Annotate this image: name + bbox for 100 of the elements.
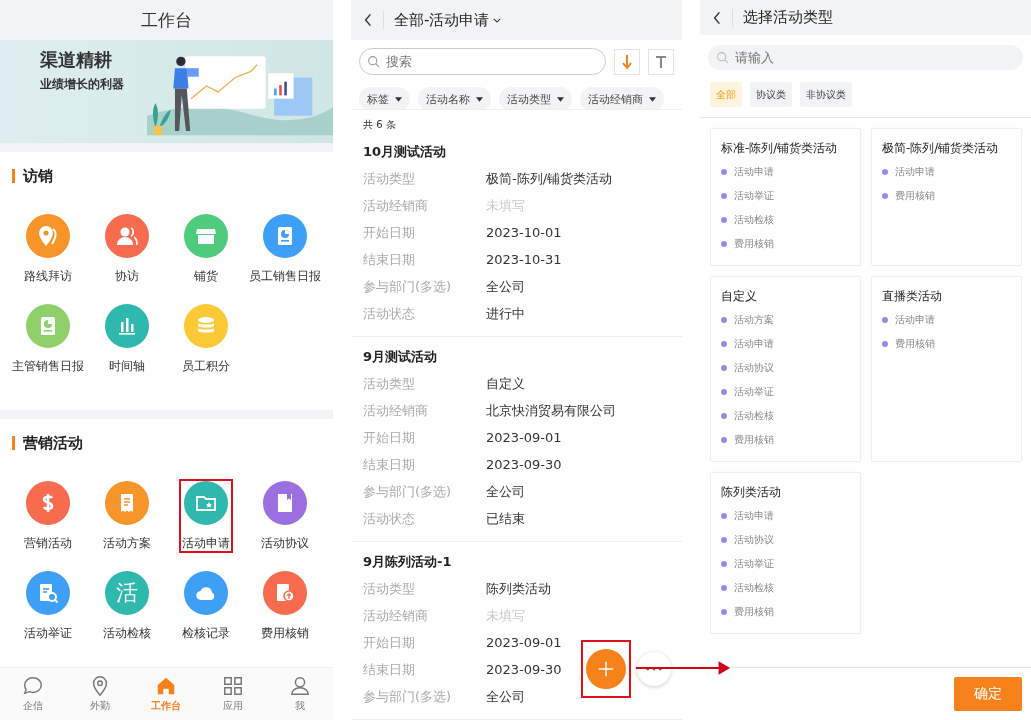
down-arrow-icon: [621, 53, 633, 70]
plus-icon: [597, 660, 615, 678]
nav-tab[interactable]: 我: [266, 668, 333, 720]
filter-tab[interactable]: 非协议类: [800, 82, 852, 107]
chat-bubble-icon: [22, 675, 45, 697]
bullet-dot: [882, 341, 888, 347]
back-icon[interactable]: [363, 12, 373, 28]
nav-tab[interactable]: 外勤: [66, 668, 134, 720]
step-label: 活动举证: [734, 189, 774, 203]
step-label: 活动举证: [734, 557, 774, 571]
sort-button[interactable]: [614, 48, 640, 75]
bullet-dot: [721, 241, 727, 247]
banner-headline: 渠道精耕: [40, 48, 113, 72]
search-icon: [716, 51, 729, 64]
bullet-dot: [721, 389, 727, 395]
bullet-dot: [721, 609, 727, 615]
field-value: 2023-09-30: [486, 456, 562, 474]
filter-button[interactable]: [648, 48, 674, 75]
type-name: 直播类活动: [882, 288, 943, 305]
step-label: 活动举证: [734, 385, 774, 399]
field-label: 结束日期: [363, 456, 416, 474]
app-tile[interactable]: 费用核销: [257, 569, 312, 643]
activity-type-card[interactable]: 极简-陈列/铺货类活动 活动申请 费用核销: [871, 128, 1022, 266]
app-tile[interactable]: 营销活动: [20, 479, 75, 553]
app-tile[interactable]: 铺货: [180, 212, 231, 286]
filter-chip[interactable]: 活动经销商: [580, 87, 664, 109]
search-field[interactable]: 搜索: [359, 48, 606, 75]
app-tile[interactable]: 路线拜访: [20, 212, 75, 286]
field-value: 进行中: [486, 305, 525, 323]
app-tile[interactable]: 活动协议: [257, 479, 312, 553]
app-tile[interactable]: 检核记录: [178, 569, 233, 643]
activity-title: 9月陈列活动-1: [363, 553, 453, 571]
chevron-down-icon[interactable]: [493, 17, 502, 23]
activity-type-card[interactable]: 陈列类活动 活动申请 活动协议 活动举证 活动检核 费用核销: [710, 472, 861, 634]
bullet-dot: [721, 169, 727, 175]
step-label: 活动申请: [895, 313, 935, 327]
filter-icon: [655, 54, 667, 69]
nav-tab[interactable]: 企信: [0, 668, 67, 720]
app-tile[interactable]: 协访: [101, 212, 152, 286]
app-tile[interactable]: 员工积分: [178, 302, 233, 376]
field-label: 活动状态: [363, 305, 416, 323]
dropdown-triangle-icon: [557, 96, 564, 102]
step-label: 活动协议: [734, 533, 774, 547]
field-value: 2023-09-30: [486, 661, 562, 679]
tile-glyph: 活: [115, 579, 138, 607]
activity-type-card[interactable]: 标准-陈列/铺货类活动 活动申请 活动举证 活动检核 费用核销: [710, 128, 861, 266]
field-label: 参与部门(多选): [363, 688, 453, 706]
add-button[interactable]: [586, 649, 626, 689]
record-count: 共 6 条: [362, 118, 397, 132]
field-label: 结束日期: [363, 661, 416, 679]
app-tile[interactable]: 活动申请: [178, 479, 233, 553]
step-label: 费用核销: [734, 433, 774, 447]
back-icon[interactable]: [712, 9, 722, 26]
app-tile[interactable]: 活动举证: [20, 569, 75, 643]
field-label: 开始日期: [363, 224, 416, 242]
app-tile[interactable]: 时间轴: [101, 302, 152, 376]
field-value: 自定义: [486, 375, 525, 393]
bullet-dot: [721, 413, 727, 419]
nav-tab[interactable]: 应用: [199, 668, 267, 720]
screen-title: 工作台: [141, 8, 192, 32]
activity-type-card[interactable]: 自定义 活动方案 活动申请 活动协议 活动举证 活动检核 费用核销: [710, 276, 861, 462]
step-label: 费用核销: [895, 189, 935, 203]
field-value: 2023-09-01: [486, 634, 562, 652]
search-icon: [367, 55, 380, 68]
person-icon: [288, 675, 311, 697]
field-value: 全公司: [486, 688, 525, 706]
filter-chip[interactable]: 标签: [359, 87, 410, 109]
step-label: 活动申请: [734, 165, 774, 179]
step-label: 活动申请: [734, 509, 774, 523]
app-tile[interactable]: 活 活动检核: [99, 569, 154, 643]
field-label: 活动状态: [363, 510, 416, 528]
field-value: 全公司: [486, 483, 525, 501]
step-label: 费用核销: [895, 337, 935, 351]
app-tile[interactable]: 员工销售日报: [245, 212, 324, 286]
app-tile[interactable]: 活动方案: [99, 479, 154, 553]
people-icon: [114, 224, 139, 248]
dropdown-triangle-icon: [476, 96, 483, 102]
activity-card[interactable]: 9月测试活动 活动类型 自定义 活动经销商 北京快消贸易有限公司 开始日期 2023-09-01 结束日期 2023-09-30 参与部门(多选) 全公司 活动状态 已结束: [351, 337, 682, 542]
filter-chip[interactable]: 活动名称: [418, 87, 491, 109]
bullet-dot: [721, 317, 727, 323]
more-dots-icon: [646, 667, 662, 671]
step-label: 活动检核: [734, 581, 774, 595]
app-tile[interactable]: 主管销售日报: [8, 302, 87, 376]
field-label: 活动经销商: [363, 607, 429, 625]
grid-icon: [222, 675, 245, 697]
dropdown-triangle-icon: [649, 96, 656, 102]
field-label: 活动类型: [363, 375, 416, 393]
field-value: 2023-10-01: [486, 224, 562, 242]
bullet-dot: [721, 585, 727, 591]
screen-title[interactable]: 全部-活动申请: [394, 10, 490, 30]
field-label: 结束日期: [363, 251, 416, 269]
section-title: 营销活动: [23, 433, 83, 453]
bullet-dot: [721, 437, 727, 443]
more-button[interactable]: [637, 652, 671, 686]
field-label: 参与部门(多选): [363, 278, 453, 296]
filter-tab[interactable]: 协议类: [750, 82, 792, 107]
activity-type-card[interactable]: 直播类活动 活动申请 费用核销: [871, 276, 1022, 462]
field-label: 参与部门(多选): [363, 483, 453, 501]
screen-title: 选择活动类型: [743, 8, 833, 27]
filter-chip[interactable]: 活动类型: [499, 87, 572, 109]
